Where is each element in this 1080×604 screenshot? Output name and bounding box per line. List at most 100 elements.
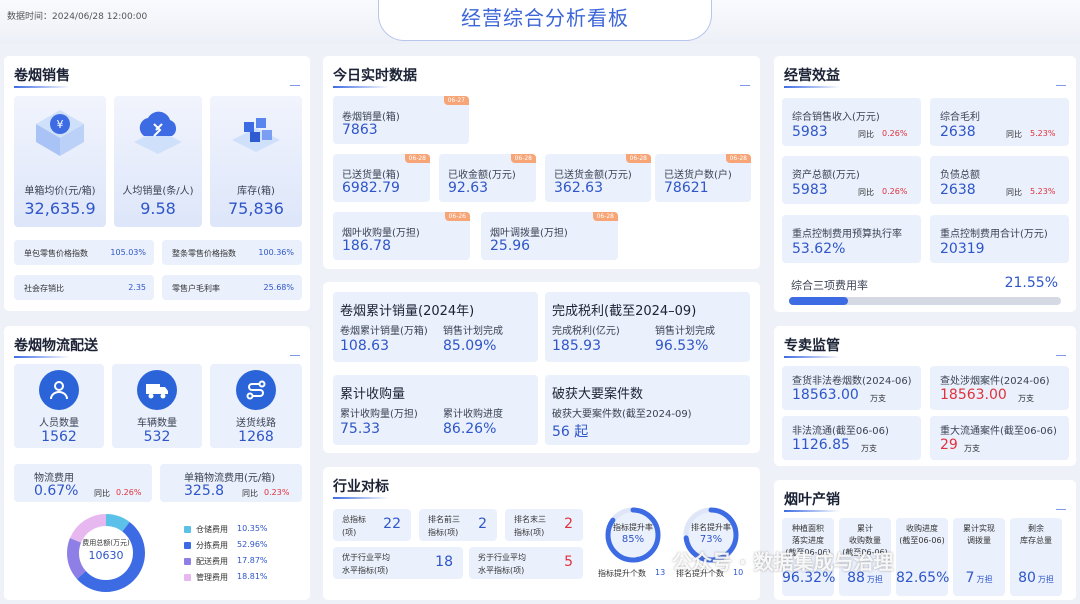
panel-title: 行业对标 xyxy=(333,476,389,499)
benchmark-value: 18 xyxy=(435,554,453,570)
route-icon xyxy=(236,370,276,410)
realtime-card: 06-28 已收金额(万元) 92.63 xyxy=(439,154,536,202)
realtime-value: 186.78 xyxy=(342,238,391,254)
title-underline xyxy=(740,85,750,86)
kpi-label: 库存(箱) xyxy=(237,186,275,197)
benchmark-card: 排名末三 指标(项) 2 xyxy=(505,509,583,541)
leaf-label-1: 收购进度 xyxy=(906,524,938,533)
date-tag: 06-28 xyxy=(404,154,430,163)
benchmark-label-1: 排名末三 xyxy=(514,515,546,524)
ring-value: 73% xyxy=(699,534,723,545)
benchmark-value: 5 xyxy=(564,554,573,570)
metric-b-label: 累计收购进度 xyxy=(443,409,503,420)
benchmark-label-1: 总指标 xyxy=(342,515,366,524)
monopoly-label: 查货非法卷烟数(2024-06) xyxy=(792,376,912,387)
donut-center-label: 费用总额(万元) xyxy=(82,539,130,547)
cumulative-card: 破获大要案件数 破获大要案件数(截至2024-09) 56 起 xyxy=(545,375,750,445)
date-tag: 06-27 xyxy=(443,96,469,105)
metric-b-value: 86.26% xyxy=(443,421,497,437)
index-label: 单包零售价格指数 xyxy=(24,249,88,258)
monopoly-unit: 万支 xyxy=(964,444,980,453)
panel-leaf: 烟叶产销 种植面积 落实进度 (截至06-06) 96.32% 累计 收购数量 (截至06-… xyxy=(774,480,1076,600)
leaf-label-2: 库存总量 xyxy=(1020,536,1052,545)
date-tag: 06-28 xyxy=(625,154,651,163)
realtime-value: 25.96 xyxy=(490,238,531,254)
realtime-label: 已送货量(箱) xyxy=(342,170,400,181)
yoy-label: 同比 xyxy=(94,489,110,498)
panel-title: 专卖监管 xyxy=(784,335,840,358)
cost-value: 0.67% xyxy=(34,483,79,499)
index-label: 整条零售价格指数 xyxy=(172,249,236,258)
expense-rate-label: 综合三项费用率 xyxy=(791,279,868,292)
kpi-label: 送货线路 xyxy=(236,418,276,429)
efficiency-card: 资产总额(万元) 5983 同比 0.26% xyxy=(782,156,921,204)
realtime-label: 已送货户数(户) xyxy=(664,170,732,181)
cumulative-title: 完成税利(截至2024–09) xyxy=(552,304,697,319)
benchmark-card: 劣于行业平均 水平指标(项) 5 xyxy=(469,547,583,579)
cumulative-card: 卷烟累计销量(2024年) 卷烟累计销量(万箱) 108.63 销售计划完成 85.09… xyxy=(333,292,538,362)
benchmark-label-2: 水平指标(项) xyxy=(342,566,389,575)
efficiency-label: 综合毛利 xyxy=(940,112,980,123)
title-underline xyxy=(290,85,300,86)
panel-title: 今日实时数据 xyxy=(333,65,417,88)
kpi-value: 32,635.9 xyxy=(24,199,96,218)
unit-logistics-cost-card: 单箱物流费用(元/箱) 325.8 同比 0.23% xyxy=(160,464,302,502)
monopoly-unit: 万支 xyxy=(1018,394,1034,403)
kpi-card-inventory: 库存(箱) 75,836 xyxy=(210,96,302,227)
ring-label: 排名提升率 xyxy=(691,523,731,532)
expense-rate-progress xyxy=(789,297,1061,305)
leaf-label-1: 累计 xyxy=(857,524,873,533)
realtime-card: 06-28 已送货量(箱) 6982.79 xyxy=(333,154,430,202)
leaf-label-2: 收购数量 xyxy=(849,536,881,545)
realtime-label: 烟叶调拨量(万担) xyxy=(490,228,568,239)
realtime-label: 已收金额(万元) xyxy=(448,170,516,181)
index-value: 25.68% xyxy=(263,283,294,292)
realtime-value: 362.63 xyxy=(554,180,603,196)
kpi-label: 人均销量(条/人) xyxy=(122,186,194,197)
legend-swatch xyxy=(184,526,191,533)
leaf-unit: 万担 xyxy=(866,575,883,584)
kpi-value: 532 xyxy=(143,429,171,445)
metric-a-value: 56 起 xyxy=(552,424,589,440)
ring-label: 指标提升率 xyxy=(613,523,653,532)
monopoly-label: 重大流通案件(截至06-06) xyxy=(940,426,1057,437)
kpi-value: 75,836 xyxy=(228,199,284,218)
monopoly-value: 18563.00 xyxy=(940,387,1007,403)
legend-name: 分拣费用 xyxy=(196,541,228,550)
monopoly-label: 非法流通(截至06-06) xyxy=(792,426,889,437)
efficiency-label: 资产总额(万元) xyxy=(792,170,860,181)
leaf-unit: 万担 xyxy=(976,575,993,584)
leaf-unit: 万担 xyxy=(1037,575,1054,584)
logistics-cost-card: 物流费用 0.67% 同比 0.26% xyxy=(14,464,152,502)
benchmark-label-1: 排名前三 xyxy=(428,515,460,524)
date-tag: 06-28 xyxy=(592,212,618,221)
cost-label: 单箱物流费用(元/箱) xyxy=(184,473,276,484)
data-time: 数据时间：2024/06/28 12:00:00 xyxy=(7,12,148,22)
metric-a-label: 完成税利(亿元) xyxy=(552,326,620,337)
cumulative-title: 卷烟累计销量(2024年) xyxy=(340,304,475,319)
legend-name: 管理费用 xyxy=(196,573,228,582)
index-single-pack: 单包零售价格指数 105.03% xyxy=(14,240,154,265)
metric-b-value: 85.09% xyxy=(443,338,497,354)
kpi-card-routes: 送货线路 1268 xyxy=(210,364,302,448)
yoy-value: 5.23% xyxy=(1030,129,1056,138)
cloud-icon xyxy=(134,111,182,154)
cost-value: 325.8 xyxy=(184,483,225,499)
panel-title: 烟叶产销 xyxy=(784,489,840,512)
monopoly-value: 29 xyxy=(940,437,958,453)
monopoly-unit: 万支 xyxy=(870,394,886,403)
monopoly-card: 查处涉烟案件(2024-06) 18563.00 万支 xyxy=(930,366,1069,410)
kpi-card-unit-price: ¥ 单箱均价(元/箱) 32,635.9 xyxy=(14,96,106,227)
legend-swatch xyxy=(184,542,191,549)
kpi-card-staff: 人员数量 1562 xyxy=(14,364,104,448)
panel-logistics: 卷烟物流配送 人员数量 1562 车辆数量 532 送货线路 1268 物流费用… xyxy=(4,326,310,600)
date-tag: 06-26 xyxy=(444,212,470,221)
efficiency-value: 2638 xyxy=(940,124,976,140)
leaf-label-2: 调拨量 xyxy=(967,536,991,545)
leaf-label-1: 剩余 xyxy=(1028,524,1044,533)
panel-benchmark: 行业对标 总指标 (项) 22 排名前三 指标(项) 2 排名末三 指标(项) 2 优于行业平均水… xyxy=(323,467,760,600)
index-retailer-margin: 零售户毛利率 25.68% xyxy=(162,275,302,300)
leaf-label-2: (截至06-06) xyxy=(899,536,945,545)
yoy-value: 0.23% xyxy=(264,488,290,497)
yoy-value: 0.26% xyxy=(882,187,908,196)
